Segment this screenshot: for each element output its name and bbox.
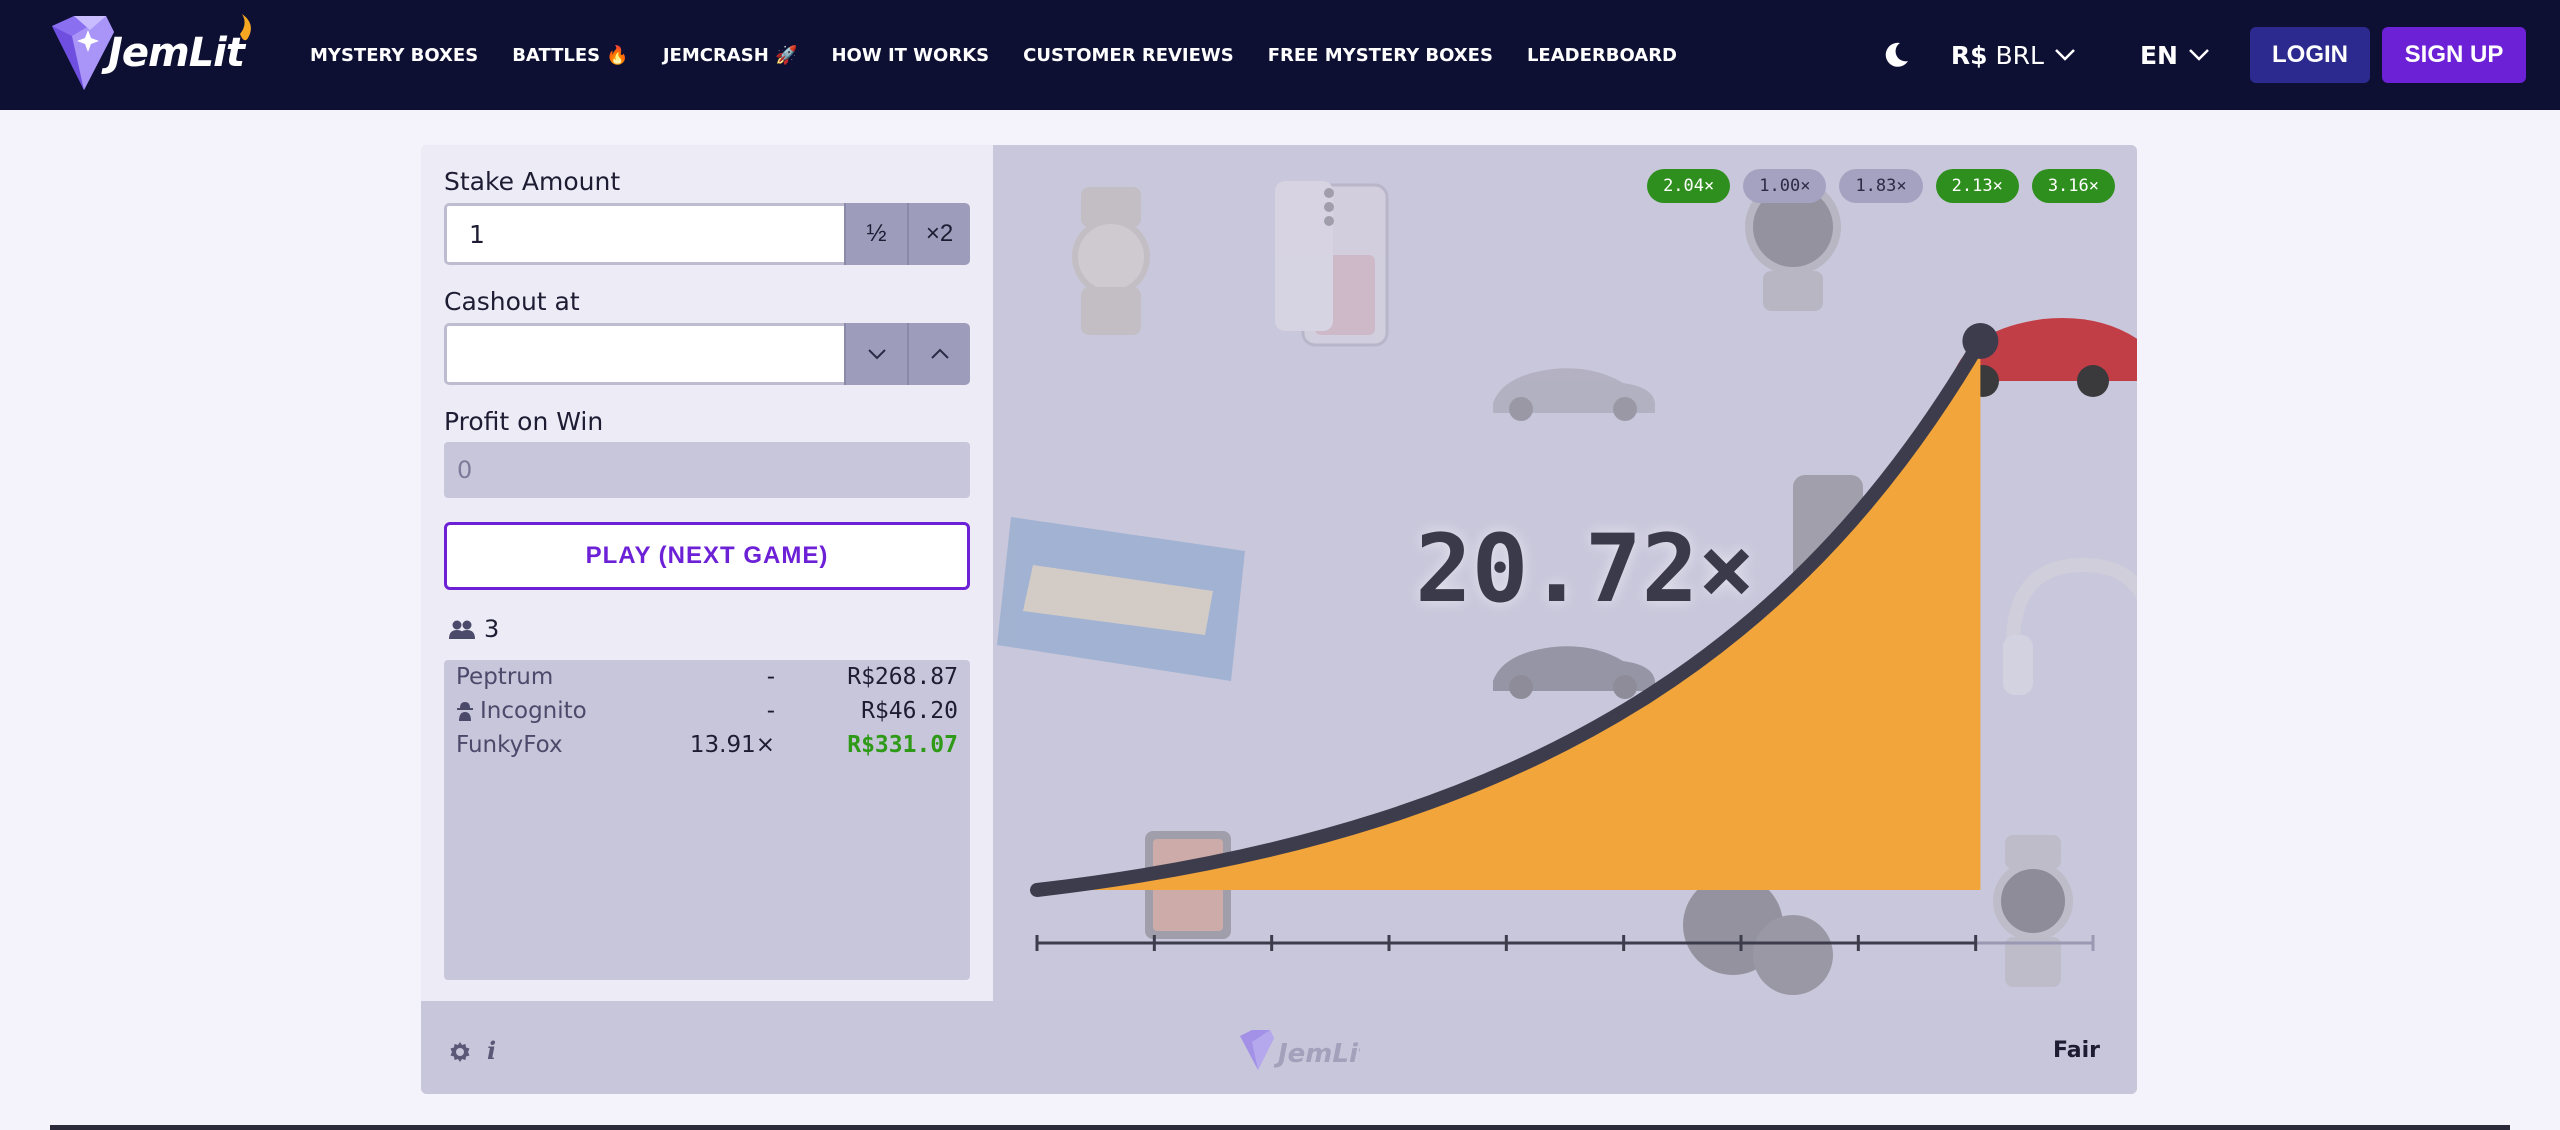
chevron-down-icon	[2055, 49, 2075, 61]
cashout-increase-button[interactable]	[907, 323, 970, 385]
language-code: EN	[2139, 40, 2178, 70]
watch-icon	[1072, 187, 1150, 335]
cashout-decrease-button[interactable]	[844, 323, 907, 385]
brand-name[interactable]: JemLit	[108, 30, 245, 76]
cashout-label: Cashout at	[444, 287, 580, 316]
currency-select[interactable]: R$ BRL	[1951, 41, 2076, 70]
half-stake-button[interactable]: ½	[844, 203, 907, 265]
chevron-down-icon	[867, 349, 886, 360]
history-pill: 1.83×	[1839, 169, 1923, 203]
history-pill: 3.16×	[2031, 169, 2115, 203]
bet-row: FunkyFox 13.91× R$331.07	[444, 730, 970, 764]
double-stake-button[interactable]: ×2	[907, 203, 970, 265]
users-icon	[449, 620, 475, 639]
bet-player-name: Peptrum	[456, 664, 554, 690]
bet-row: Peptrum - R$268.87	[444, 662, 970, 696]
incognito-icon	[457, 702, 473, 721]
nav-leaderboard[interactable]: LEADERBOARD	[1527, 45, 1677, 66]
stake-label: Stake Amount	[444, 167, 621, 196]
currency-code: BRL	[1995, 40, 2044, 70]
bet-player-name: Incognito	[456, 698, 587, 724]
bet-player-name: FunkyFox	[456, 732, 563, 758]
multiplier-history: 2.04× 1.00× 1.83× 2.13× 3.16×	[1634, 169, 2115, 203]
login-button[interactable]: LOGIN	[2250, 27, 2370, 83]
nav-right: R$ BRL EN LOGIN SIGN UP	[1881, 0, 2526, 110]
game-footer: i JemLit Fair	[421, 1008, 2137, 1094]
stake-input-group: 1 ½ ×2	[444, 203, 970, 265]
car-icon	[1493, 368, 1655, 421]
cashout-input[interactable]	[444, 323, 844, 385]
profit-field: 0	[444, 442, 970, 498]
bet-profit: R$268.87	[847, 664, 958, 690]
main-nav: MYSTERY BOXES BATTLES 🔥 JEMCRASH 🚀 HOW I…	[310, 0, 1711, 110]
bet-multiplier: 13.91×	[689, 732, 775, 758]
signup-button[interactable]: SIGN UP	[2382, 27, 2526, 83]
watch-icon	[1993, 835, 2073, 987]
bet-multiplier: -	[766, 698, 775, 724]
bet-multiplier: -	[766, 664, 775, 690]
currency-symbol: R$	[1950, 40, 1988, 70]
svg-text:JemLit: JemLit	[1273, 1039, 1360, 1069]
nav-jemcrash[interactable]: JEMCRASH 🚀	[663, 45, 798, 66]
top-navbar: JemLit MYSTERY BOXES BATTLES 🔥 JEMCRASH …	[0, 0, 2560, 110]
page-divider	[50, 1125, 2510, 1130]
jemlit-footer-logo: JemLit	[1240, 1030, 1360, 1070]
crash-curve-head	[1962, 323, 1999, 359]
bet-profit: R$46.20	[861, 698, 958, 724]
car-icon	[1493, 646, 1655, 699]
nav-free-mystery-boxes[interactable]: FREE MYSTERY BOXES	[1268, 45, 1493, 66]
bet-row: Incognito - R$46.20	[444, 696, 970, 730]
history-pill: 2.13×	[1935, 169, 2019, 203]
nav-battles[interactable]: BATTLES 🔥	[512, 45, 629, 66]
current-multiplier: 20.72×	[1415, 515, 1755, 624]
headphones-icon	[1683, 875, 1833, 995]
history-pill: 1.00×	[1743, 169, 1827, 203]
info-icon[interactable]: i	[487, 1036, 496, 1065]
crash-game-panel: Stake Amount 1 ½ ×2 Cashout at Profit on…	[421, 145, 2137, 1094]
phone-icon	[1275, 181, 1389, 347]
play-next-game-button[interactable]: PLAY (NEXT GAME)	[444, 522, 970, 590]
gear-icon[interactable]	[448, 1040, 472, 1064]
bet-sidebar: Stake Amount 1 ½ ×2 Cashout at Profit on…	[421, 145, 993, 1001]
players-count-value: 3	[484, 615, 500, 643]
nav-mystery-boxes[interactable]: MYSTERY BOXES	[310, 45, 478, 66]
profit-label: Profit on Win	[444, 407, 604, 436]
nav-how-it-works[interactable]: HOW IT WORKS	[831, 45, 989, 66]
history-pill: 2.04×	[1647, 169, 1731, 203]
cashout-input-group	[444, 323, 970, 385]
crash-game-area: 2.04× 1.00× 1.83× 2.13× 3.16× 20.72×	[993, 145, 2137, 1001]
chevron-down-icon	[2189, 49, 2209, 61]
language-select[interactable]: EN	[2140, 41, 2210, 70]
bets-list: Peptrum - R$268.87 Incognito - R$46.20 F…	[444, 660, 970, 980]
stake-input[interactable]: 1	[444, 203, 844, 265]
nav-customer-reviews[interactable]: CUSTOMER REVIEWS	[1023, 45, 1234, 66]
players-count: 3	[448, 615, 499, 643]
bet-profit: R$331.07	[847, 732, 958, 758]
moon-icon[interactable]	[1881, 40, 1911, 70]
provably-fair-link[interactable]: Fair	[2053, 1038, 2100, 1063]
chevron-up-icon	[930, 348, 949, 359]
